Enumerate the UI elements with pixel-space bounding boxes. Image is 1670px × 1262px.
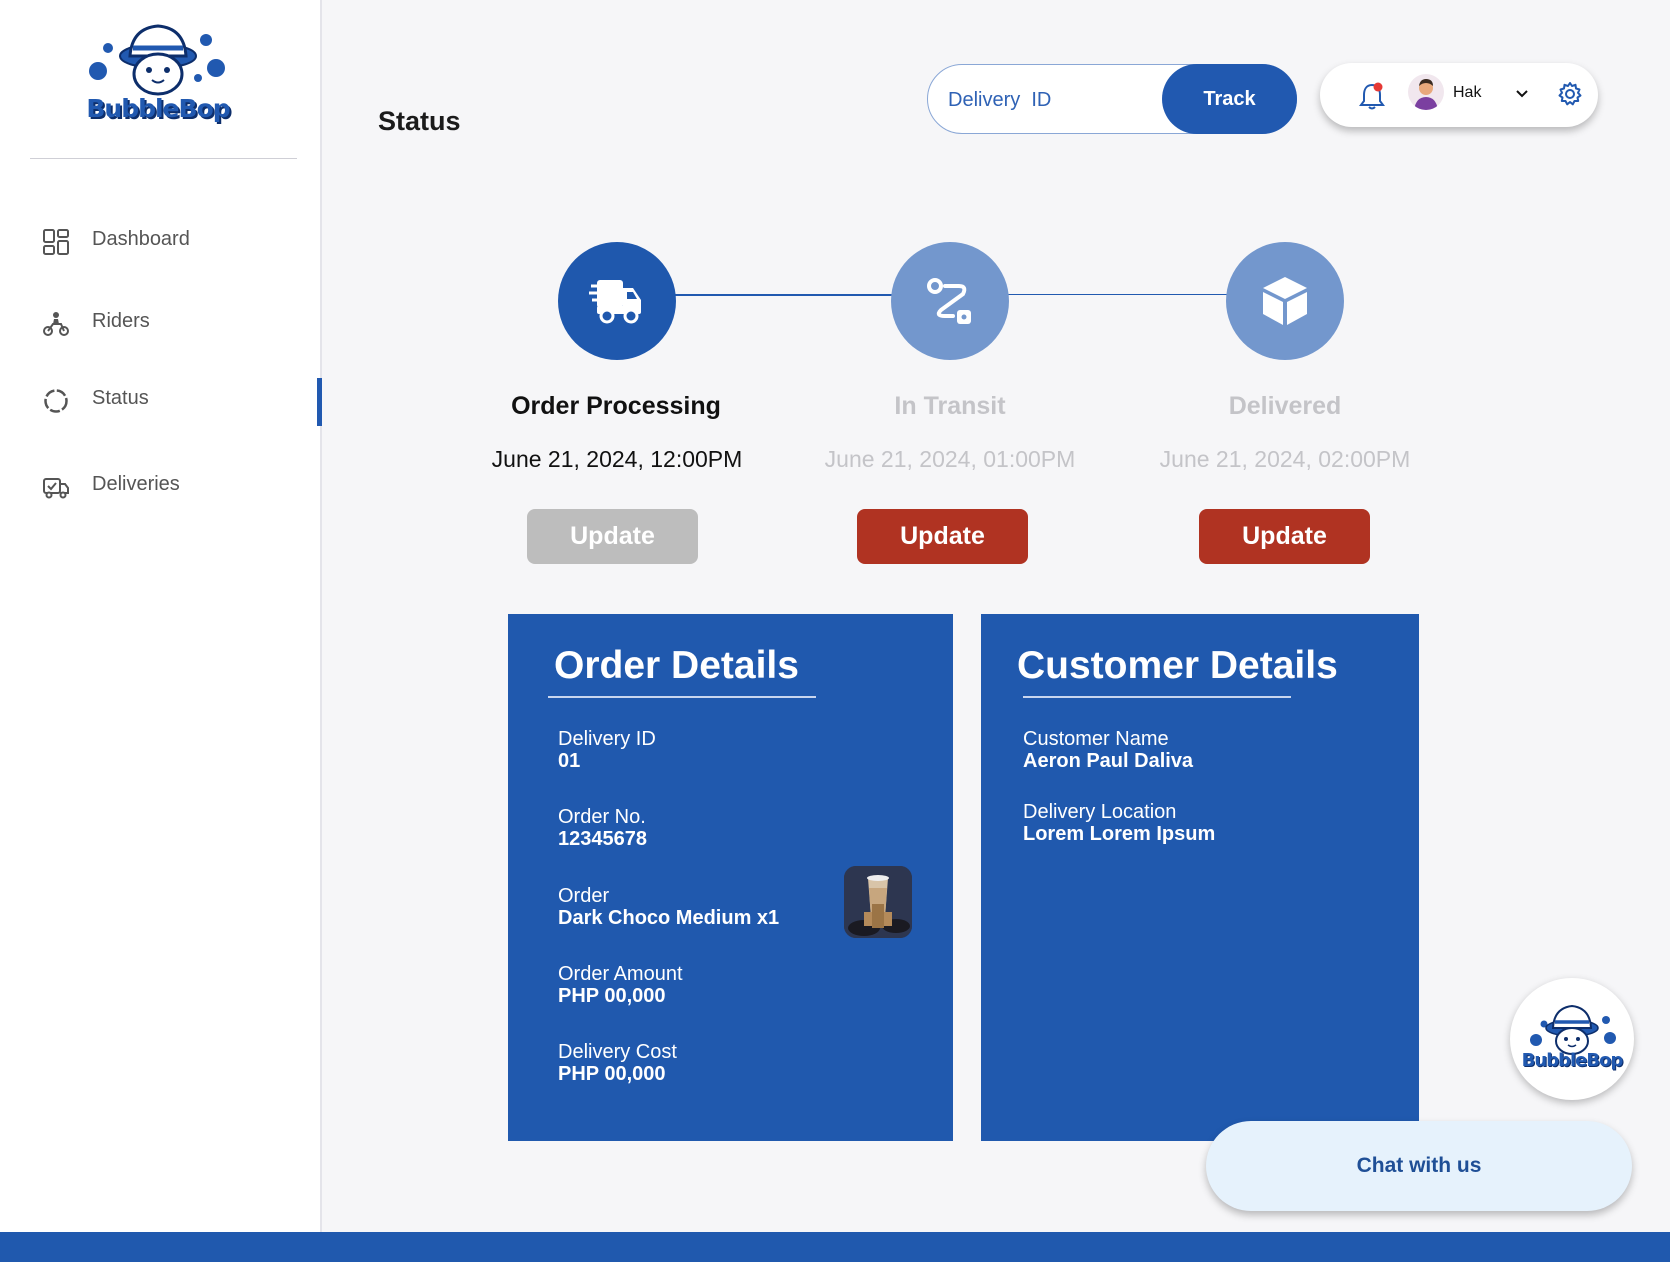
- step-date: June 21, 2024, 02:00PM: [1159, 446, 1411, 472]
- motorbike-rider-icon: [43, 312, 69, 336]
- field-value: Aeron Paul Daliva: [1023, 750, 1194, 772]
- field-value: 12345678: [558, 828, 647, 850]
- step-connector-line: [1008, 294, 1228, 295]
- step-date: June 21, 2024, 01:00PM: [824, 446, 1076, 472]
- status-ring-icon: [44, 389, 68, 413]
- step-date: June 21, 2024, 12:00PM: [491, 446, 743, 472]
- drink-cup-icon: [844, 866, 912, 938]
- update-delivered-button[interactable]: Update: [1199, 509, 1370, 564]
- field-label: Customer Name: [1023, 728, 1169, 750]
- track-search-box: Track: [927, 64, 1297, 134]
- sidebar-item-dashboard[interactable]: Dashboard: [0, 214, 322, 270]
- sidebar-item-riders[interactable]: Riders: [0, 296, 322, 352]
- field-order-amount: Order Amount PHP 00,000: [558, 963, 683, 1007]
- track-button[interactable]: Track: [1162, 64, 1297, 134]
- field-label: Delivery Cost: [558, 1041, 677, 1063]
- sidebar-divider: [30, 158, 297, 159]
- field-label: Order: [558, 885, 610, 907]
- notification-bell-icon[interactable]: [1358, 81, 1386, 111]
- delivery-truck-check-icon: [43, 478, 69, 499]
- sidebar-active-indicator: [317, 378, 322, 426]
- avatar[interactable]: [1408, 74, 1444, 110]
- dashboard-icon: [43, 229, 69, 255]
- field-value: Lorem Lorem Ipsum: [1023, 823, 1216, 845]
- user-panel: Hak: [1320, 63, 1598, 127]
- card-title-underline: [548, 696, 816, 698]
- chat-logo-text: BubbleBop: [1521, 1050, 1624, 1071]
- step-connector-line: [675, 294, 893, 296]
- field-label: Order No.: [558, 806, 646, 828]
- field-label: Delivery Location: [1023, 801, 1177, 823]
- chat-with-us-button[interactable]: Chat with us: [1206, 1121, 1632, 1211]
- user-name: Hak: [1453, 84, 1482, 101]
- field-customer-name: Customer Name Aeron Paul Daliva: [1023, 728, 1193, 772]
- sidebar-item-label: Dashboard: [92, 228, 190, 250]
- field-label: Delivery ID: [558, 728, 656, 750]
- route-icon: [927, 278, 971, 324]
- order-product-image: [844, 866, 912, 938]
- order-details-card: Order Details Delivery ID 01 Order No. 1…: [508, 614, 953, 1141]
- page-title: Status: [378, 106, 461, 136]
- chevron-down-icon[interactable]: [1513, 85, 1531, 103]
- user-avatar-icon: [1414, 79, 1438, 110]
- field-delivery-cost: Delivery Cost PHP 00,000: [558, 1041, 677, 1085]
- sidebar: BubbleBop Dashboard Riders Status Delive…: [0, 0, 322, 1232]
- update-order-processing-button[interactable]: Update: [527, 509, 698, 564]
- sidebar-item-status[interactable]: Status: [0, 373, 322, 429]
- brand-logo[interactable]: BubbleBop: [78, 18, 238, 138]
- step-title: Delivered: [1228, 392, 1342, 420]
- customer-details-card: Customer Details Customer Name Aeron Pau…: [981, 614, 1419, 1141]
- card-title-underline: [1023, 696, 1291, 698]
- package-box-icon: [1263, 277, 1307, 325]
- field-delivery-id: Delivery ID 01: [558, 728, 656, 772]
- brand-logo-text: BubbleBop: [86, 94, 230, 123]
- field-value: PHP 00,000: [558, 1063, 666, 1085]
- sidebar-item-label: Deliveries: [92, 473, 180, 495]
- sidebar-item-label: Riders: [92, 310, 150, 332]
- step-title: In Transit: [894, 392, 1006, 420]
- sidebar-item-deliveries[interactable]: Deliveries: [0, 459, 322, 515]
- step-in-transit-circle: [891, 242, 1009, 360]
- field-order-no: Order No. 12345678: [558, 806, 647, 850]
- mascot-icon: [89, 24, 225, 96]
- sidebar-item-label: Status: [92, 387, 149, 409]
- field-value: PHP 00,000: [558, 985, 666, 1007]
- order-details-title: Order Details: [554, 644, 799, 687]
- step-title: Order Processing: [511, 392, 721, 420]
- field-value: 01: [558, 750, 581, 772]
- update-in-transit-button[interactable]: Update: [857, 509, 1028, 564]
- step-order-processing-circle: [558, 242, 676, 360]
- footer-bar: [0, 1232, 1670, 1262]
- field-delivery-location: Delivery Location Lorem Lorem Ipsum: [1023, 801, 1215, 845]
- field-order: Order Dark Choco Medium x1: [558, 885, 779, 929]
- customer-details-title: Customer Details: [1017, 644, 1338, 687]
- delivery-id-input[interactable]: [946, 79, 1160, 121]
- field-value: Dark Choco Medium x1: [558, 907, 780, 929]
- gear-icon[interactable]: [1556, 80, 1584, 108]
- chat-logo-button[interactable]: BubbleBop: [1510, 978, 1634, 1100]
- delivery-truck-icon: [589, 280, 641, 324]
- step-delivered-circle: [1226, 242, 1344, 360]
- field-label: Order Amount: [558, 963, 683, 985]
